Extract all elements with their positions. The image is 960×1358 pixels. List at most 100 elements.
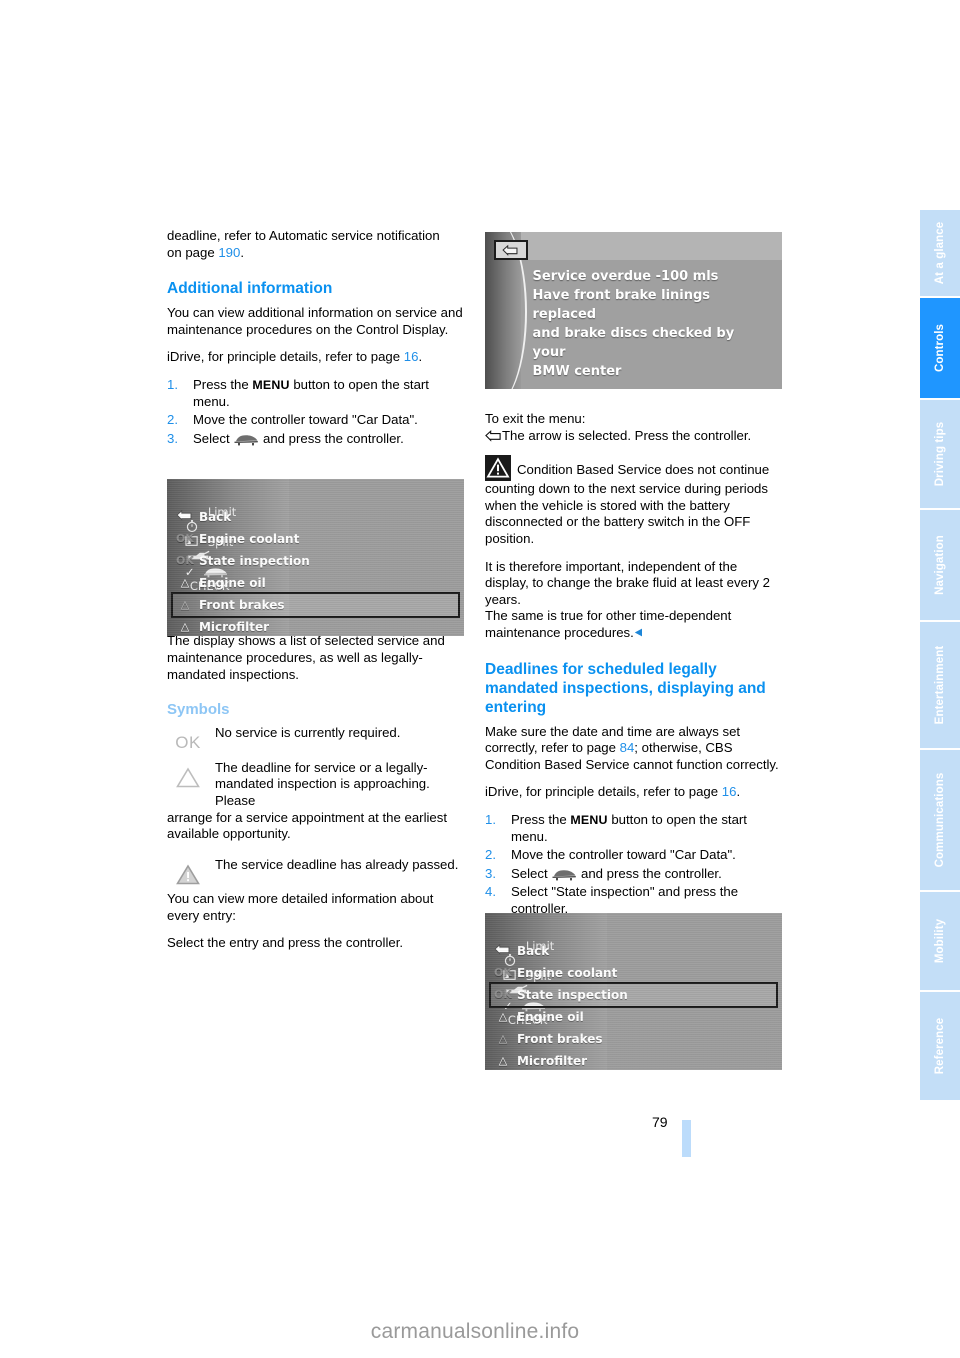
ok-badge: OK [494,966,512,980]
menu-row-state-inspection[interactable]: OK State inspection [173,550,458,572]
symbol-description: No service is currently required. [215,725,401,741]
sidebar-item-navigation[interactable]: Navigation [920,510,960,622]
manual-page: deadline, refer to Automatic service not… [0,0,960,1358]
step-text-post: and press the controller. [577,865,722,881]
step-item: 1. Press the MENU button to open the star… [167,377,464,410]
triangle-badge: △ [498,1032,508,1046]
ok-glyph: OK [175,732,201,752]
symbol-row-passed: The service deadline has already passed. [167,856,464,885]
menu-row-back[interactable]: Back [173,506,458,528]
step-text-pre: Press the [511,811,571,827]
continued-text-a: deadline, refer to Automatic service not… [167,228,440,243]
page-reference-190[interactable]: 190 [218,245,240,260]
triangle-badge: △ [180,576,190,590]
sidebar-item-controls[interactable]: Controls [920,298,960,400]
menu-row-label: Engine coolant [516,965,618,980]
triangle-badge: △ [180,598,190,612]
menu-row-state-inspection[interactable]: OK State inspection [488,981,779,1008]
figure-idrive-menu-front-brakes: Limit Split ✓ CHECK Back OK Engine coola… [167,479,464,636]
back-arrow-icon [485,429,502,442]
right-text-column: To exit the menu: The arrow is selected.… [485,411,782,928]
ok-badge: OK [176,532,194,546]
sidebar-item-entertainment[interactable]: Entertainment [920,622,960,750]
end-of-warning-marker [634,625,643,637]
menu-row-front-brakes[interactable]: △ Front brakes [170,591,461,618]
sidebar-item-label: Communications [934,772,946,868]
symbol-row-approaching: The deadline for service or a legally-ma… [167,760,464,843]
ok-badge: OK [494,988,512,1002]
sidebar-item-communications[interactable]: Communications [920,750,960,892]
step-number: 3. [485,865,496,881]
menu-row-label: Front brakes [516,1031,603,1046]
menu-row-back[interactable]: Back [491,940,776,962]
sidebar-item-reference[interactable]: Reference [920,992,960,1100]
menu-row-label: Microfilter [516,1053,588,1068]
step-item: 3. Select and press the controller. [167,431,464,448]
figure-idrive-menu-state-inspection: Limit Split ✓ CHECK Back OK Engine coola… [485,913,782,1070]
page-reference-16-right[interactable]: 16 [722,784,737,799]
step-text-pre: Move the controller toward "Car Data". [193,412,418,428]
sidebar-item-label: Controls [934,323,946,373]
menu-row-label: Engine coolant [198,531,300,546]
paragraph-more-detail: You can view more detailed information a… [167,891,434,923]
back-arrow-icon[interactable] [493,239,528,260]
sidebar-item-at-a-glance[interactable]: At a glance [920,210,960,298]
menu-row-engine-coolant[interactable]: OK Engine coolant [173,528,458,550]
warning-text-b: It is therefore important, independent o… [485,558,770,607]
step-item: 3. Select and press the controller. [485,866,782,883]
message-line: Have front brake linings replaced [532,287,711,322]
step-text-pre: Press the [193,376,253,392]
triangle-badge: △ [498,1054,508,1068]
menu-row-label: Back [516,943,550,958]
menu-row-microfilter[interactable]: △ Microfilter [173,616,458,636]
idrive-service-menu: Back OK Engine coolant OK State inspecti… [488,940,779,1070]
paragraph-view-info: You can view additional information on s… [167,305,463,337]
section-navigation-tabs: At a glance Controls Driving tips Naviga… [920,210,960,1100]
heading-additional-information: Additional information [167,280,333,298]
page-reference-16-left[interactable]: 16 [404,349,419,364]
menu-row-microfilter[interactable]: △ Microfilter [491,1050,776,1070]
step-number: 1. [485,811,496,827]
figure-idrive-service-overdue: Service overdue -100 mls Have front brak… [485,232,782,389]
step-text-pre: Select "State inspection" and press the … [511,884,739,916]
sidebar-item-mobility[interactable]: Mobility [920,892,960,992]
menu-row-label: Engine oil [198,575,266,590]
step-text-pre: Move the controller toward "Car Data". [511,847,736,863]
page-reference-84[interactable]: 84 [620,740,635,755]
car-icon [233,432,259,446]
menu-row-engine-oil[interactable]: △ Engine oil [173,572,458,594]
paragraph-select-entry: Select the entry and press the controlle… [167,935,404,951]
continued-paragraph: deadline, refer to Automatic service not… [167,228,464,261]
symbol-gap [167,877,464,891]
menu-row-engine-oil[interactable]: △ Engine oil [491,1006,776,1028]
heading-symbols: Symbols [167,701,230,719]
menu-row-label: State inspection [198,553,310,568]
step-text-pre: Select [511,865,552,881]
sidebar-item-label: At a glance [934,221,946,285]
back-arrow-icon [175,509,195,524]
paragraph-exit-title: To exit the menu: [485,411,586,426]
car-icon [551,867,577,881]
sidebar-item-label: Navigation [934,535,946,595]
step-number: 3. [167,430,178,446]
menu-row-label: State inspection [516,987,628,1002]
menu-row-label: Microfilter [198,619,270,634]
menu-row-engine-coolant[interactable]: OK Engine coolant [491,962,776,984]
sidebar-item-label: Driving tips [934,421,946,487]
back-arrow-icon [493,943,513,958]
symbol-description: The service deadline has already passed. [215,856,459,872]
menu-row-front-brakes[interactable]: △ Front brakes [491,1028,776,1050]
warning-triangle-passed-icon [167,858,209,892]
step-number: 2. [167,412,178,428]
symbol-description: The deadline for service or a legally-ma… [215,759,430,808]
paragraph-warning-cbs: Condition Based Service does not continu… [485,455,782,547]
paragraph-warning-end: The same is true for other time-dependen… [485,608,782,641]
menu-row-label: Front brakes [198,597,285,612]
sidebar-item-driving-tips[interactable]: Driving tips [920,400,960,510]
paragraph-idrive-reference: iDrive, for principle details, refer to … [167,349,464,366]
menu-row-label: Engine oil [516,1009,584,1024]
symbol-gap [167,746,464,760]
steps-list-additional-info: 1. Press the MENU button to open the star… [167,377,464,447]
site-watermark: carmanualsonline.info [370,1320,580,1343]
warning-triangle-icon [167,761,209,795]
